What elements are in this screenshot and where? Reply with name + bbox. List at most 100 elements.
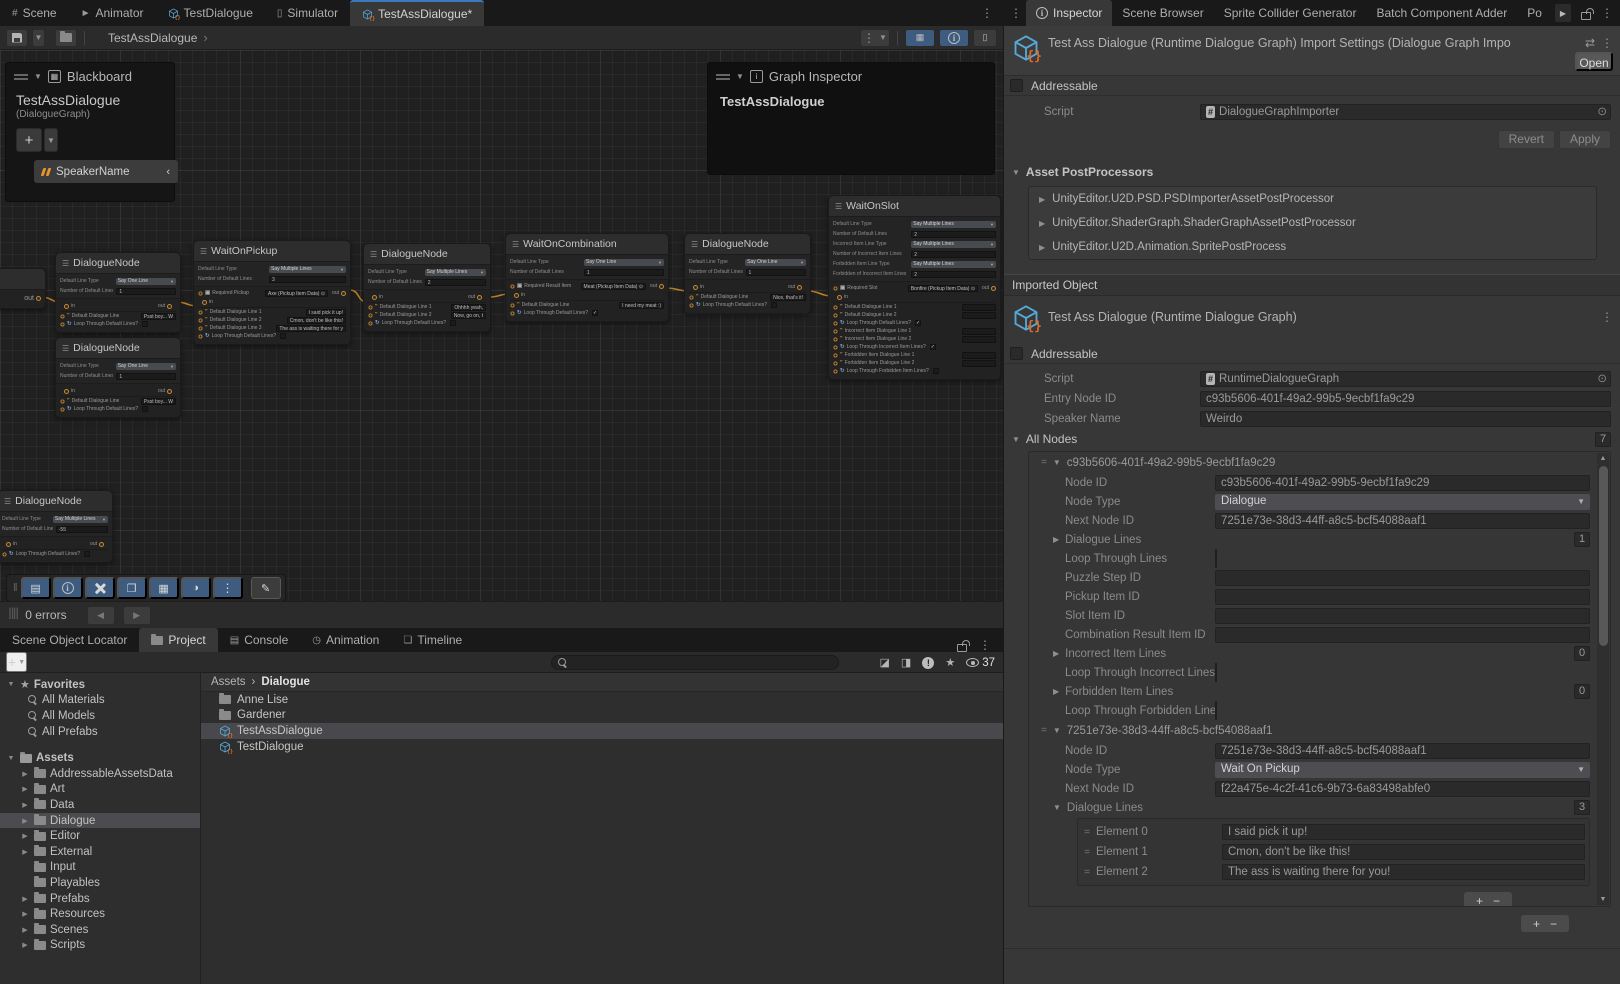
parameter-field[interactable]: 1 <box>116 288 176 295</box>
node-collapse-icon[interactable]: ☰ <box>200 247 207 256</box>
property-checkbox[interactable] <box>1215 663 1217 682</box>
row-field[interactable] <box>962 328 996 335</box>
attribute-port[interactable] <box>690 295 694 299</box>
property-checkbox[interactable] <box>1215 701 1217 720</box>
open-button[interactable]: Open <box>1575 52 1613 71</box>
folder-item-external[interactable]: ▶External <box>0 844 200 860</box>
blackboard-variable-speakername[interactable]: SpeakerName ‹ <box>34 160 178 183</box>
blackboard-toggle-button[interactable]: ▦ <box>905 29 935 47</box>
foldout-chevron-icon[interactable]: ▶ <box>20 910 30 918</box>
output-port[interactable] <box>167 304 172 309</box>
output-port[interactable] <box>797 285 802 290</box>
tab-animator[interactable]: ►Animator <box>69 0 156 26</box>
save-button[interactable] <box>6 29 28 47</box>
array-size-field[interactable]: 0 <box>1574 646 1590 661</box>
input-port[interactable] <box>64 304 69 309</box>
parameter-dropdown[interactable]: Say Multiple Lines▼ <box>269 266 346 273</box>
node-collapse-icon[interactable]: ☰ <box>62 259 69 268</box>
postprocessor-item[interactable]: ▶UnityEditor.U2D.PSD.PSDImporterAssetPos… <box>1029 187 1596 211</box>
warning-icon[interactable]: ! <box>922 657 934 669</box>
row-field[interactable]: Psst boy... W <box>141 313 176 320</box>
node-collapse-icon[interactable]: ☰ <box>370 250 377 259</box>
element-field[interactable]: The ass is waiting there for you! <box>1222 864 1585 880</box>
tab-testdialogue[interactable]: {}TestDialogue <box>156 0 265 26</box>
presets-icon[interactable]: ⇄ <box>1585 36 1595 50</box>
field-value[interactable]: #RuntimeDialogueGraph⊙ <box>1200 371 1611 387</box>
input-port[interactable] <box>837 295 842 300</box>
blackboard-panel[interactable]: ▼ ▦ Blackboard TestAssDialogue (Dialogue… <box>5 62 175 202</box>
scroll-up-icon[interactable]: ▲ <box>1597 455 1609 462</box>
kebab-icon[interactable]: ⋮ <box>1004 6 1026 20</box>
input-port[interactable] <box>64 389 69 394</box>
input-port[interactable] <box>514 293 519 298</box>
object-picker-icon[interactable]: ⊙ <box>1597 372 1607 386</box>
row-checkbox[interactable] <box>84 551 90 557</box>
tab-po[interactable]: Po <box>1517 0 1552 26</box>
row-checkbox[interactable] <box>771 302 777 308</box>
attribute-port[interactable] <box>690 303 694 307</box>
foldout-chevron-icon[interactable]: ▼ <box>6 755 16 762</box>
add-variable-button[interactable]: + <box>16 128 42 152</box>
previous-error-button[interactable]: ◀ <box>87 606 115 625</box>
parameter-field[interactable]: 1 <box>584 269 664 276</box>
parameter-dropdown[interactable]: Say Multiple Lines▼ <box>911 261 996 268</box>
foldout-chevron-icon[interactable]: ▶ <box>1039 243 1045 252</box>
attribute-port[interactable] <box>199 310 203 314</box>
scroll-thumb[interactable] <box>1599 466 1608 646</box>
property-field[interactable]: 7251e73e-38d3-44ff-a8c5-bcf54088aaf1 <box>1215 743 1590 759</box>
graph-node-waitoncombination-5[interactable]: ☰WaitOnCombinationDefault Line TypeSay O… <box>505 233 669 322</box>
parameter-field[interactable]: 2 <box>911 271 996 278</box>
property-field[interactable]: 7251e73e-38d3-44ff-a8c5-bcf54088aaf1 <box>1215 513 1590 529</box>
node-collapse-icon[interactable]: ☰ <box>4 497 11 506</box>
foldout-chevron-icon[interactable]: ▶ <box>20 785 30 793</box>
foldout-chevron-icon[interactable]: ▶ <box>20 801 30 809</box>
folder-item-art[interactable]: ▶Art <box>0 782 200 798</box>
attribute-port[interactable] <box>199 326 203 330</box>
output-port[interactable] <box>659 284 664 289</box>
tab-batch-component-adder[interactable]: Batch Component Adder <box>1366 0 1517 26</box>
attribute-port[interactable] <box>834 321 838 325</box>
favorite-item-all-models[interactable]: All Models <box>0 708 200 724</box>
favorite-item-all-materials[interactable]: All Materials <box>0 693 200 709</box>
drag-handle-icon[interactable]: = <box>1078 867 1096 878</box>
favorites-header[interactable]: ▼★Favorites <box>0 677 200 693</box>
next-error-button[interactable]: ▶ <box>123 606 151 625</box>
parameter-field[interactable]: 2 <box>911 251 996 258</box>
property-field[interactable]: c93b5606-401f-49a2-99b5-9ecbf1fa9c29 <box>1215 475 1590 491</box>
tab-simulator[interactable]: ▯Simulator <box>265 0 350 26</box>
drag-handle-icon[interactable] <box>14 74 28 80</box>
foldout-chevron-icon[interactable]: ▶ <box>20 941 30 949</box>
postprocessor-item[interactable]: ▶UnityEditor.ShaderGraph.ShaderGraphAsse… <box>1029 211 1596 235</box>
foldout-chevron-icon[interactable]: ▼ <box>1053 803 1061 812</box>
tab-console[interactable]: ▤Console <box>218 628 300 652</box>
graph-options-dropdown[interactable]: ⋮▼ <box>860 29 890 47</box>
input-port[interactable] <box>372 295 377 300</box>
row-field[interactable] <box>962 352 996 359</box>
graph-node-waitonpickup-3[interactable]: ☰WaitOnPickupDefault Line TypeSay Multip… <box>193 240 351 345</box>
row-field[interactable] <box>962 304 996 311</box>
attribute-port[interactable] <box>511 284 515 288</box>
all-nodes-foldout[interactable]: ▼ All Nodes 7 <box>1004 429 1620 449</box>
postprocessor-item[interactable]: ▶UnityEditor.U2D.Animation.SpritePostPro… <box>1029 235 1596 259</box>
graph-node-startnode-0[interactable]: ☰StartNodeSpeakerNameout <box>0 268 46 309</box>
node-collapse-icon[interactable]: ☰ <box>512 240 519 249</box>
attribute-port[interactable] <box>369 321 373 325</box>
folder-item-editor[interactable]: ▶Editor <box>0 828 200 844</box>
folder-item-scenes[interactable]: ▶Scenes <box>0 922 200 938</box>
row-field[interactable] <box>962 336 996 343</box>
breadcrumb-current[interactable]: Dialogue <box>261 676 310 688</box>
script-view-button[interactable]: ▤ <box>21 577 51 599</box>
attribute-port[interactable] <box>369 313 373 317</box>
all-nodes-count[interactable]: 7 <box>1595 432 1611 447</box>
save-options-dropdown[interactable]: ▼ <box>32 29 45 47</box>
output-port[interactable] <box>167 389 172 394</box>
create-asset-button[interactable]: + ▼ <box>6 652 27 672</box>
input-port[interactable] <box>693 285 698 290</box>
object-picker-icon[interactable]: ⊙ <box>1597 105 1607 119</box>
parameter-field[interactable]: 1 <box>116 373 176 380</box>
add-element-button[interactable]: + <box>1533 917 1540 931</box>
foldout-chevron-icon[interactable]: ▶ <box>20 817 30 825</box>
window-button[interactable]: ❐ <box>117 577 147 599</box>
kebab-icon[interactable]: ⋮ <box>1601 36 1613 50</box>
graph-node-dialoguenode-2[interactable]: ☰DialogueNodeDefault Line TypeSay One Li… <box>55 337 181 418</box>
